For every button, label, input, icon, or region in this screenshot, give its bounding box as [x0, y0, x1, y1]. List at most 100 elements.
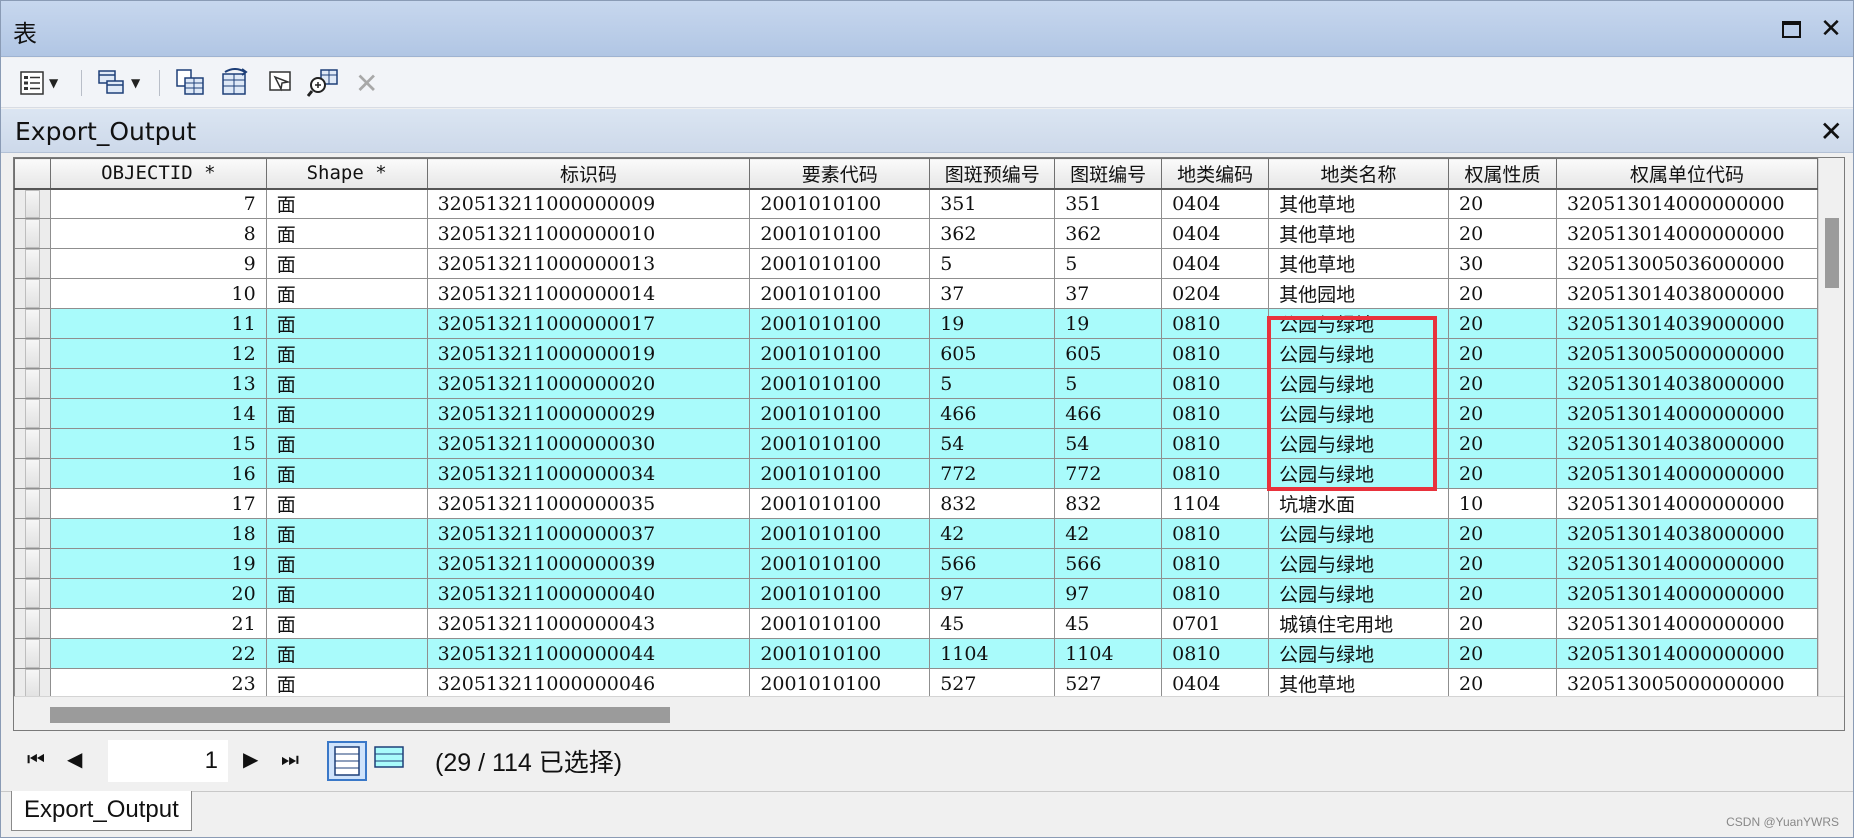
table-cell[interactable]: 320513014000000000 [1555, 578, 1818, 609]
table-cell[interactable]: 面 [265, 398, 428, 429]
table-cell[interactable]: 45 [1054, 608, 1163, 639]
table-cell[interactable]: 11 [49, 308, 267, 339]
table-cell[interactable]: 面 [265, 428, 428, 459]
table-cell[interactable]: 832 [1054, 488, 1163, 519]
table-cell[interactable]: 320513005036000000 [1555, 248, 1818, 279]
table-cell[interactable]: 320513014000000000 [1555, 548, 1818, 579]
table-cell[interactable]: 13 [49, 368, 267, 399]
table-cell[interactable]: 其他草地 [1268, 668, 1449, 696]
table-cell[interactable]: 54 [1054, 428, 1163, 459]
table-cell[interactable]: 公园与绿地 [1268, 368, 1449, 399]
table-cell[interactable]: 2001010100 [749, 548, 931, 579]
table-cell[interactable]: 21 [49, 608, 267, 639]
table-cell[interactable]: 其他草地 [1268, 248, 1449, 279]
table-cell[interactable]: 面 [265, 338, 428, 369]
row-selector[interactable] [14, 248, 51, 279]
previous-record-button[interactable]: ◀ [67, 747, 82, 771]
clear-selection-button[interactable] [267, 64, 295, 102]
table-cell[interactable]: 320513211000000035 [426, 488, 751, 519]
column-header[interactable]: 要素代码 [749, 158, 931, 190]
table-cell[interactable]: 16 [49, 458, 267, 489]
table-cell[interactable]: 466 [1054, 398, 1163, 429]
show-all-records-button[interactable] [327, 741, 367, 781]
table-cell[interactable]: 97 [1054, 578, 1163, 609]
table-cell[interactable]: 公园与绿地 [1268, 518, 1449, 549]
table-cell[interactable]: 320513014000000000 [1555, 488, 1818, 519]
table-cell[interactable]: 19 [49, 548, 267, 579]
table-cell[interactable]: 面 [265, 608, 428, 639]
table-cell[interactable]: 320513211000000014 [426, 278, 751, 309]
table-cell[interactable]: 2001010100 [749, 608, 931, 639]
table-cell[interactable]: 1104 [929, 638, 1056, 669]
table-cell[interactable]: 772 [929, 458, 1056, 489]
table-cell[interactable]: 2001010100 [749, 188, 931, 219]
table-cell[interactable]: 320513014000000000 [1555, 608, 1818, 639]
table-cell[interactable]: 2001010100 [749, 398, 931, 429]
row-selector[interactable] [14, 308, 51, 339]
switch-selection-button[interactable] [219, 64, 251, 102]
row-selector[interactable] [14, 428, 51, 459]
first-record-button[interactable]: ⏮ [27, 747, 45, 771]
table-row[interactable]: 19 面 320513211000000039 2001010100 566 566 081… [14, 548, 1818, 579]
table-cell[interactable]: 351 [1054, 188, 1163, 219]
table-cell[interactable]: 605 [1054, 338, 1163, 369]
table-cell[interactable]: 面 [265, 248, 428, 279]
table-cell[interactable]: 320513211000000030 [426, 428, 751, 459]
table-cell[interactable]: 9 [49, 248, 267, 279]
table-cell[interactable]: 20 [1448, 518, 1557, 549]
table-row[interactable]: 18 面 320513211000000037 2001010100 42 42 0810 公… [14, 518, 1818, 549]
maximize-button[interactable] [1775, 13, 1807, 45]
row-selector[interactable] [14, 338, 51, 369]
table-cell[interactable]: 605 [929, 338, 1056, 369]
horizontal-scrollbar[interactable] [14, 696, 1844, 730]
table-row[interactable]: 23 面 320513211000000046 2001010100 527 527 040… [14, 668, 1818, 696]
column-header[interactable]: 图斑预编号 [929, 158, 1056, 190]
table-row[interactable]: 15 面 320513211000000030 2001010100 54 54 0810 公… [14, 428, 1818, 459]
table-cell[interactable]: 20 [1448, 188, 1557, 219]
table-cell[interactable]: 2001010100 [749, 488, 931, 519]
zoom-to-selected-button[interactable] [307, 64, 339, 102]
table-options-button[interactable]: ▼ [19, 64, 58, 102]
table-cell[interactable]: 527 [929, 668, 1056, 696]
table-cell[interactable]: 832 [929, 488, 1056, 519]
table-cell[interactable]: 15 [49, 428, 267, 459]
table-cell[interactable]: 320513211000000034 [426, 458, 751, 489]
vertical-scrollbar[interactable] [1818, 158, 1844, 696]
table-row[interactable]: 17 面 320513211000000035 2001010100 832 832 110… [14, 488, 1818, 519]
table-cell[interactable]: 54 [929, 428, 1056, 459]
table-cell[interactable]: 其他草地 [1268, 188, 1449, 219]
table-cell[interactable]: 14 [49, 398, 267, 429]
select-by-attributes-button[interactable] [175, 64, 207, 102]
row-selector[interactable] [14, 458, 51, 489]
table-row[interactable]: 7 面 320513211000000009 2001010100 351 351 0404… [14, 188, 1818, 219]
row-selector[interactable] [14, 488, 51, 519]
table-cell[interactable]: 公园与绿地 [1268, 428, 1449, 459]
table-cell[interactable]: 20 [1448, 548, 1557, 579]
column-header[interactable]: 标识码 [426, 158, 751, 190]
table-cell[interactable]: 2001010100 [749, 668, 931, 696]
row-selector[interactable] [14, 368, 51, 399]
table-cell[interactable]: 5 [1054, 368, 1163, 399]
table-cell[interactable]: 公园与绿地 [1268, 308, 1449, 339]
last-record-button[interactable]: ⏭ [281, 747, 299, 771]
table-cell[interactable]: 320513014038000000 [1555, 278, 1818, 309]
related-tables-button[interactable]: ▼ [97, 64, 140, 102]
table-cell[interactable]: 320513211000000044 [426, 638, 751, 669]
table-cell[interactable]: 23 [49, 668, 267, 696]
table-cell[interactable]: 公园与绿地 [1268, 638, 1449, 669]
table-cell[interactable]: 320513014038000000 [1555, 428, 1818, 459]
column-header[interactable]: 地类名称 [1268, 158, 1449, 190]
horizontal-scroll-thumb[interactable] [50, 707, 670, 723]
row-selector[interactable] [14, 518, 51, 549]
table-cell[interactable]: 面 [265, 188, 428, 219]
row-selector[interactable] [14, 608, 51, 639]
table-cell[interactable]: 0810 [1161, 308, 1270, 339]
row-selector[interactable] [14, 668, 51, 696]
column-header[interactable]: 图斑编号 [1054, 158, 1163, 190]
table-cell[interactable]: 城镇住宅用地 [1268, 608, 1449, 639]
row-selector[interactable] [14, 638, 51, 669]
table-cell[interactable]: 公园与绿地 [1268, 338, 1449, 369]
table-cell[interactable]: 42 [1054, 518, 1163, 549]
table-cell[interactable]: 面 [265, 548, 428, 579]
table-cell[interactable]: 5 [1054, 248, 1163, 279]
